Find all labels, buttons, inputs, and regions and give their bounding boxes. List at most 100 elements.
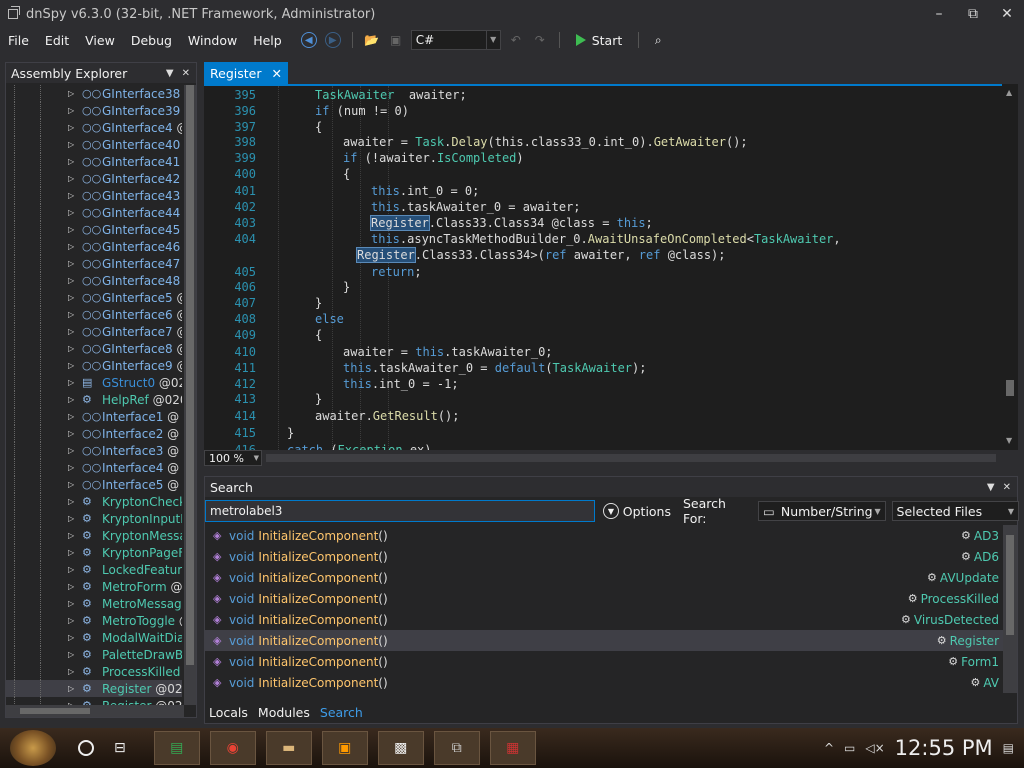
start-menu-button[interactable] bbox=[10, 730, 56, 766]
menu-file[interactable]: File bbox=[0, 33, 37, 48]
expand-icon[interactable]: ▷ bbox=[68, 361, 74, 370]
close-button[interactable]: ✕ bbox=[990, 6, 1024, 22]
tree-item[interactable]: ▷ ○○ GInterface43 bbox=[6, 187, 182, 204]
search-result-row[interactable]: ◈ void InitializeComponent() ⚙ Form1 bbox=[205, 651, 1003, 672]
expand-icon[interactable]: ▷ bbox=[68, 684, 74, 693]
tree-item[interactable]: ▷ ▤ GStruct0 @02 bbox=[6, 374, 182, 391]
search-result-row[interactable]: ◈ void InitializeComponent() ⚙ ProcessKilled bbox=[205, 588, 1003, 609]
expand-icon[interactable]: ▷ bbox=[68, 89, 74, 98]
code-editor[interactable]: 395 TaskAwaiter awaiter; 396 if (num != 0) 3… bbox=[204, 84, 1018, 452]
back-button[interactable]: ◀ bbox=[300, 31, 318, 49]
expand-icon[interactable]: ▷ bbox=[68, 480, 74, 489]
scroll-up-icon[interactable]: ▲ bbox=[1006, 88, 1012, 97]
tree-item[interactable]: ▷ ○○GInterface5 @ bbox=[6, 289, 182, 306]
tree-item[interactable]: ▷⚙Register @020 bbox=[6, 680, 182, 697]
minimize-button[interactable]: – bbox=[922, 6, 956, 22]
tree-item[interactable]: ▷ ○○GInterface8 @ bbox=[6, 340, 182, 357]
scroll-down-icon[interactable]: ▼ bbox=[1006, 436, 1012, 445]
expand-icon[interactable]: ▷ bbox=[68, 225, 74, 234]
panel-close-button[interactable]: ✕ bbox=[182, 68, 190, 79]
tree-item[interactable]: ▷ ○○ GInterface45 bbox=[6, 221, 182, 238]
expand-icon[interactable]: ▷ bbox=[68, 344, 74, 353]
search-result-row[interactable]: ◈ void InitializeComponent() ⚙ AD3 bbox=[205, 525, 1003, 546]
tree-item[interactable]: ▷ ⚙ LockedFeature bbox=[6, 561, 182, 578]
tab-locals[interactable]: Locals bbox=[204, 705, 253, 720]
expand-icon[interactable]: ▷ bbox=[68, 174, 74, 183]
dnspy-app-icon[interactable]: ▣ bbox=[321, 731, 368, 765]
scroll-thumb[interactable] bbox=[1006, 380, 1014, 396]
taskbar-clock[interactable]: 12:55 PM bbox=[895, 736, 993, 760]
task-view-icon[interactable]: ⊟ bbox=[114, 740, 126, 756]
tree-item[interactable]: ▷ ⚙ HelpRef @020 bbox=[6, 391, 182, 408]
tree-item[interactable]: ▷ ○○ Interface3 @ bbox=[6, 442, 182, 459]
scroll-thumb[interactable] bbox=[1006, 535, 1014, 635]
expand-icon[interactable]: ▷ bbox=[68, 191, 74, 200]
start-button[interactable]: Start bbox=[570, 33, 629, 48]
tree-item[interactable]: ▷ ○○ Interface5 @ bbox=[6, 476, 182, 493]
expand-icon[interactable]: ▷ bbox=[68, 412, 74, 421]
expand-icon[interactable]: ▷ bbox=[68, 395, 74, 404]
menu-debug[interactable]: Debug bbox=[123, 33, 180, 48]
tree-item[interactable]: ▷ ⚙ MetroToggle @ bbox=[6, 612, 182, 629]
tree-item[interactable]: ▷ ⚙ KryptonPageFo bbox=[6, 544, 182, 561]
expand-icon[interactable]: ▷ bbox=[68, 429, 74, 438]
expand-icon[interactable]: ▷ bbox=[68, 531, 74, 540]
tree-item[interactable]: ▷ ⚙ ModalWaitDia bbox=[6, 629, 182, 646]
options-label[interactable]: Options bbox=[623, 504, 671, 519]
undo-button[interactable]: ↶ bbox=[507, 31, 525, 49]
expand-icon[interactable]: ▷ bbox=[68, 327, 74, 336]
tree-item[interactable]: ▷ ⚙ KryptonCheckB bbox=[6, 493, 182, 510]
menu-help[interactable]: Help bbox=[245, 33, 290, 48]
expand-icon[interactable]: ▷ bbox=[68, 378, 74, 387]
tree-vertical-scrollbar[interactable] bbox=[184, 85, 196, 705]
tab-search[interactable]: Search bbox=[315, 705, 368, 720]
tree-item[interactable]: ▷ ○○GInterface9 @ bbox=[6, 357, 182, 374]
chevron-up-icon[interactable]: ^ bbox=[824, 741, 834, 755]
cortana-icon[interactable] bbox=[78, 740, 94, 756]
media-app-icon[interactable]: ▦ bbox=[489, 731, 536, 765]
tree-item[interactable]: ▷ ○○ GInterface39 bbox=[6, 102, 182, 119]
panel-menu-button[interactable]: ▼ bbox=[166, 68, 174, 79]
maximize-button[interactable]: ⧉ bbox=[956, 6, 990, 22]
scroll-thumb[interactable] bbox=[20, 708, 90, 714]
expand-icon[interactable]: ▷ bbox=[68, 208, 74, 217]
tab-close-icon[interactable]: ✕ bbox=[271, 66, 281, 81]
tree-item[interactable]: ▷ ○○ GInterface41 bbox=[6, 153, 182, 170]
tree-item[interactable]: ▷ ○○ Interface1 @ bbox=[6, 408, 182, 425]
zoom-select[interactable]: 100 % ▼ bbox=[204, 450, 262, 466]
open-button[interactable]: 📂 bbox=[363, 31, 381, 49]
scope-select[interactable]: Selected Files ▼ bbox=[891, 501, 1019, 521]
tree-item[interactable]: ▷ ⚙ KryptonMessa bbox=[6, 527, 182, 544]
search-result-row[interactable]: ◈ void InitializeComponent() ⚙ AVUpdate bbox=[205, 567, 1003, 588]
expand-icon[interactable]: ▷ bbox=[68, 582, 74, 591]
expand-icon[interactable]: ▷ bbox=[68, 616, 74, 625]
search-result-row[interactable]: ◈ void InitializeComponent() ⚙ AD6 bbox=[205, 546, 1003, 567]
menu-view[interactable]: View bbox=[77, 33, 123, 48]
language-select[interactable]: C# ▼ bbox=[410, 30, 501, 50]
tree-item[interactable]: ▷ ○○ GInterface40 bbox=[6, 136, 182, 153]
search-results-list[interactable]: ◈ void InitializeComponent() ⚙ AD3 ◈ void Initi… bbox=[205, 525, 1003, 693]
expand-icon[interactable]: ▷ bbox=[68, 463, 74, 472]
expand-icon[interactable]: ▷ bbox=[68, 123, 74, 132]
menu-edit[interactable]: Edit bbox=[37, 33, 77, 48]
results-scrollbar[interactable] bbox=[1003, 525, 1017, 693]
7zip-icon[interactable]: ▩ bbox=[377, 731, 424, 765]
search-result-row[interactable]: ◈ void InitializeComponent() ⚙ Register bbox=[205, 630, 1003, 651]
expand-icon[interactable]: ▷ bbox=[68, 157, 74, 166]
editor-horizontal-scrollbar[interactable] bbox=[266, 454, 996, 462]
expand-icon[interactable]: ▷ bbox=[68, 497, 74, 506]
tree-item[interactable]: ▷ ○○ GInterface42 bbox=[6, 170, 182, 187]
search-result-row[interactable]: ◈ void InitializeComponent() ⚙ AV bbox=[205, 672, 1003, 693]
search-button[interactable]: ⌕ bbox=[649, 31, 667, 49]
tree-item[interactable]: ▷ ⚙ PaletteDrawB bbox=[6, 646, 182, 663]
panel-close-button[interactable]: ✕ bbox=[1003, 482, 1011, 493]
expand-icon[interactable]: ▷ bbox=[68, 650, 74, 659]
expand-icon[interactable]: ▷ bbox=[68, 259, 74, 268]
tree-item[interactable]: ▷ ⚙ MetroForm @0 bbox=[6, 578, 182, 595]
expand-icon[interactable]: ▷ bbox=[68, 514, 74, 523]
expand-icon[interactable]: ▷ bbox=[68, 667, 74, 676]
expand-icon[interactable]: ▷ bbox=[68, 276, 74, 285]
expand-icon[interactable]: ▷ bbox=[68, 106, 74, 115]
tree-item[interactable]: ▷⚙Register @020 bbox=[6, 697, 182, 705]
window-switcher-icon[interactable]: ⧉ bbox=[433, 731, 480, 765]
